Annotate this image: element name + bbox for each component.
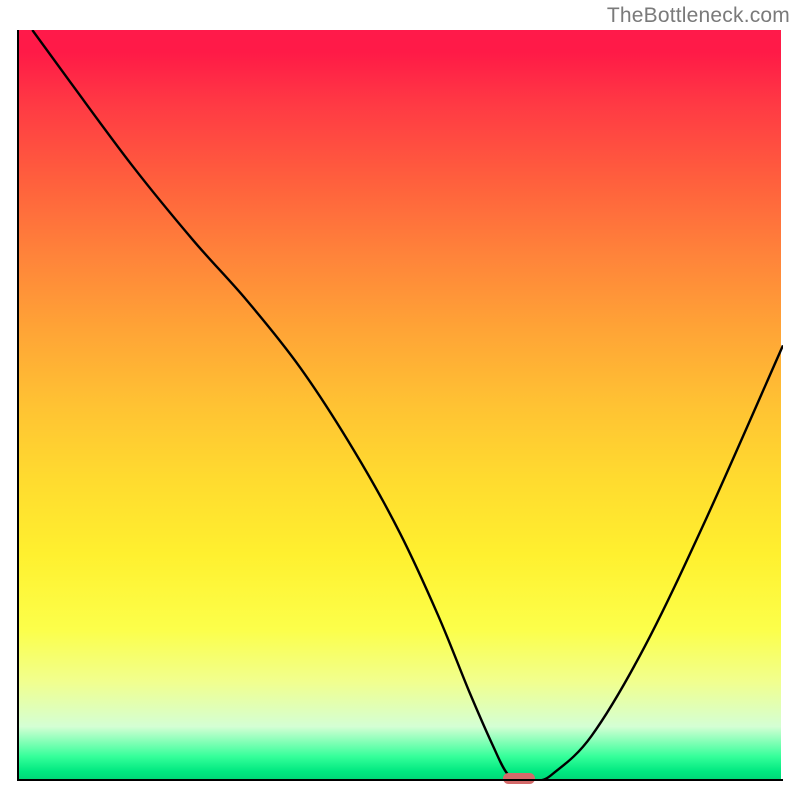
watermark-text: TheBottleneck.com bbox=[607, 4, 790, 28]
chart-container bbox=[17, 30, 783, 781]
y-axis bbox=[17, 30, 19, 781]
bottleneck-curve bbox=[17, 30, 783, 781]
x-axis bbox=[17, 779, 783, 781]
